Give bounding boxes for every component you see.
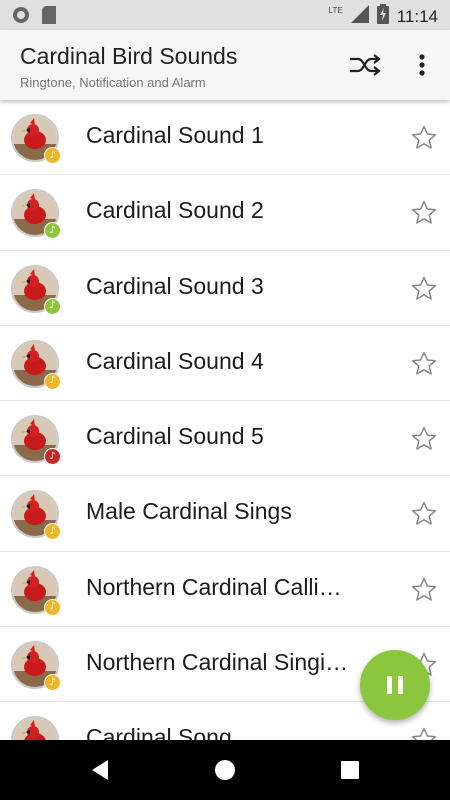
favorite-star-button[interactable] — [410, 124, 438, 152]
favorite-star-button[interactable] — [410, 576, 438, 604]
pause-icon — [387, 676, 403, 694]
sound-list-item[interactable]: ♪ Cardinal Sound 1 — [0, 100, 450, 176]
home-icon[interactable] — [214, 759, 236, 786]
star-outline-icon — [411, 201, 437, 225]
sound-title: Cardinal Sound 2 — [86, 197, 264, 224]
sound-title: Northern Cardinal Calli… — [86, 573, 342, 600]
sound-title: Northern Cardinal Singi… — [86, 649, 349, 676]
sound-title: Male Cardinal Sings — [86, 498, 292, 525]
sd-card-icon — [42, 6, 56, 29]
favorite-star-button[interactable] — [410, 425, 438, 453]
record-icon — [12, 6, 30, 29]
favorite-star-button[interactable] — [410, 726, 438, 740]
star-outline-icon — [411, 351, 437, 375]
sound-list-item[interactable]: ♪ Cardinal Sound 5 — [0, 401, 450, 477]
app-title: Cardinal Bird Sounds — [20, 43, 238, 69]
star-outline-icon — [411, 502, 437, 526]
star-outline-icon — [411, 276, 437, 300]
sound-title: Cardinal Sound 4 — [86, 347, 264, 374]
sound-title: Cardinal Song — [86, 724, 232, 740]
star-outline-icon — [411, 426, 437, 450]
more-options-button[interactable] — [408, 48, 436, 82]
favorite-star-button[interactable] — [410, 275, 438, 303]
navigation-bar — [0, 740, 450, 800]
app-subtitle: Ringtone, Notification and Alarm — [20, 75, 206, 90]
shuffle-button[interactable] — [344, 48, 386, 82]
app-bar: Cardinal Bird Sounds Ringtone, Notificat… — [0, 30, 450, 100]
favorite-star-button[interactable] — [410, 350, 438, 378]
music-note-badge-icon: ♪ — [44, 674, 61, 692]
status-bar: LTE 11:14 — [0, 0, 450, 30]
signal-icon — [350, 5, 369, 28]
sound-list-item[interactable]: ♪ Cardinal Sound 4 — [0, 326, 450, 402]
pause-button[interactable] — [360, 650, 430, 720]
battery-charging-icon — [376, 4, 389, 29]
star-outline-icon — [411, 577, 437, 601]
sound-title: Cardinal Sound 3 — [86, 272, 264, 299]
favorite-star-button[interactable] — [410, 500, 438, 528]
music-note-badge-icon: ♪ — [44, 372, 61, 390]
music-note-badge-icon: ♪ — [44, 222, 61, 240]
back-icon[interactable] — [90, 759, 110, 786]
music-note-badge-icon: ♪ — [44, 297, 61, 315]
more-vert-icon — [419, 54, 425, 76]
sound-title: Cardinal Sound 5 — [86, 423, 264, 450]
shuffle-icon — [350, 54, 381, 76]
sound-title: Cardinal Sound 1 — [86, 122, 264, 148]
recents-icon[interactable] — [341, 761, 359, 784]
music-note-badge-icon: ♪ — [44, 598, 61, 616]
music-note-badge-icon: ♪ — [44, 448, 61, 466]
sound-list-item[interactable]: ♪ Cardinal Sound 2 — [0, 175, 450, 251]
status-time: 11:14 — [396, 6, 438, 26]
star-outline-icon — [411, 728, 437, 740]
favorite-star-button[interactable] — [410, 199, 438, 227]
music-note-badge-icon: ♪ — [44, 147, 61, 164]
sound-list-item[interactable]: ♪ Northern Cardinal Calli… — [0, 552, 450, 628]
sound-list-item[interactable]: ♪ Cardinal Sound 3 — [0, 251, 450, 326]
bird-thumbnail — [11, 716, 59, 740]
sound-list[interactable]: ♪ Cardinal Sound 1 ♪ Cardinal Sound 2 ♪ … — [0, 100, 450, 740]
network-label: LTE — [328, 6, 343, 15]
star-outline-icon — [411, 125, 437, 149]
sound-list-item[interactable]: ♪ Male Cardinal Sings — [0, 476, 450, 552]
music-note-badge-icon: ♪ — [44, 523, 61, 541]
